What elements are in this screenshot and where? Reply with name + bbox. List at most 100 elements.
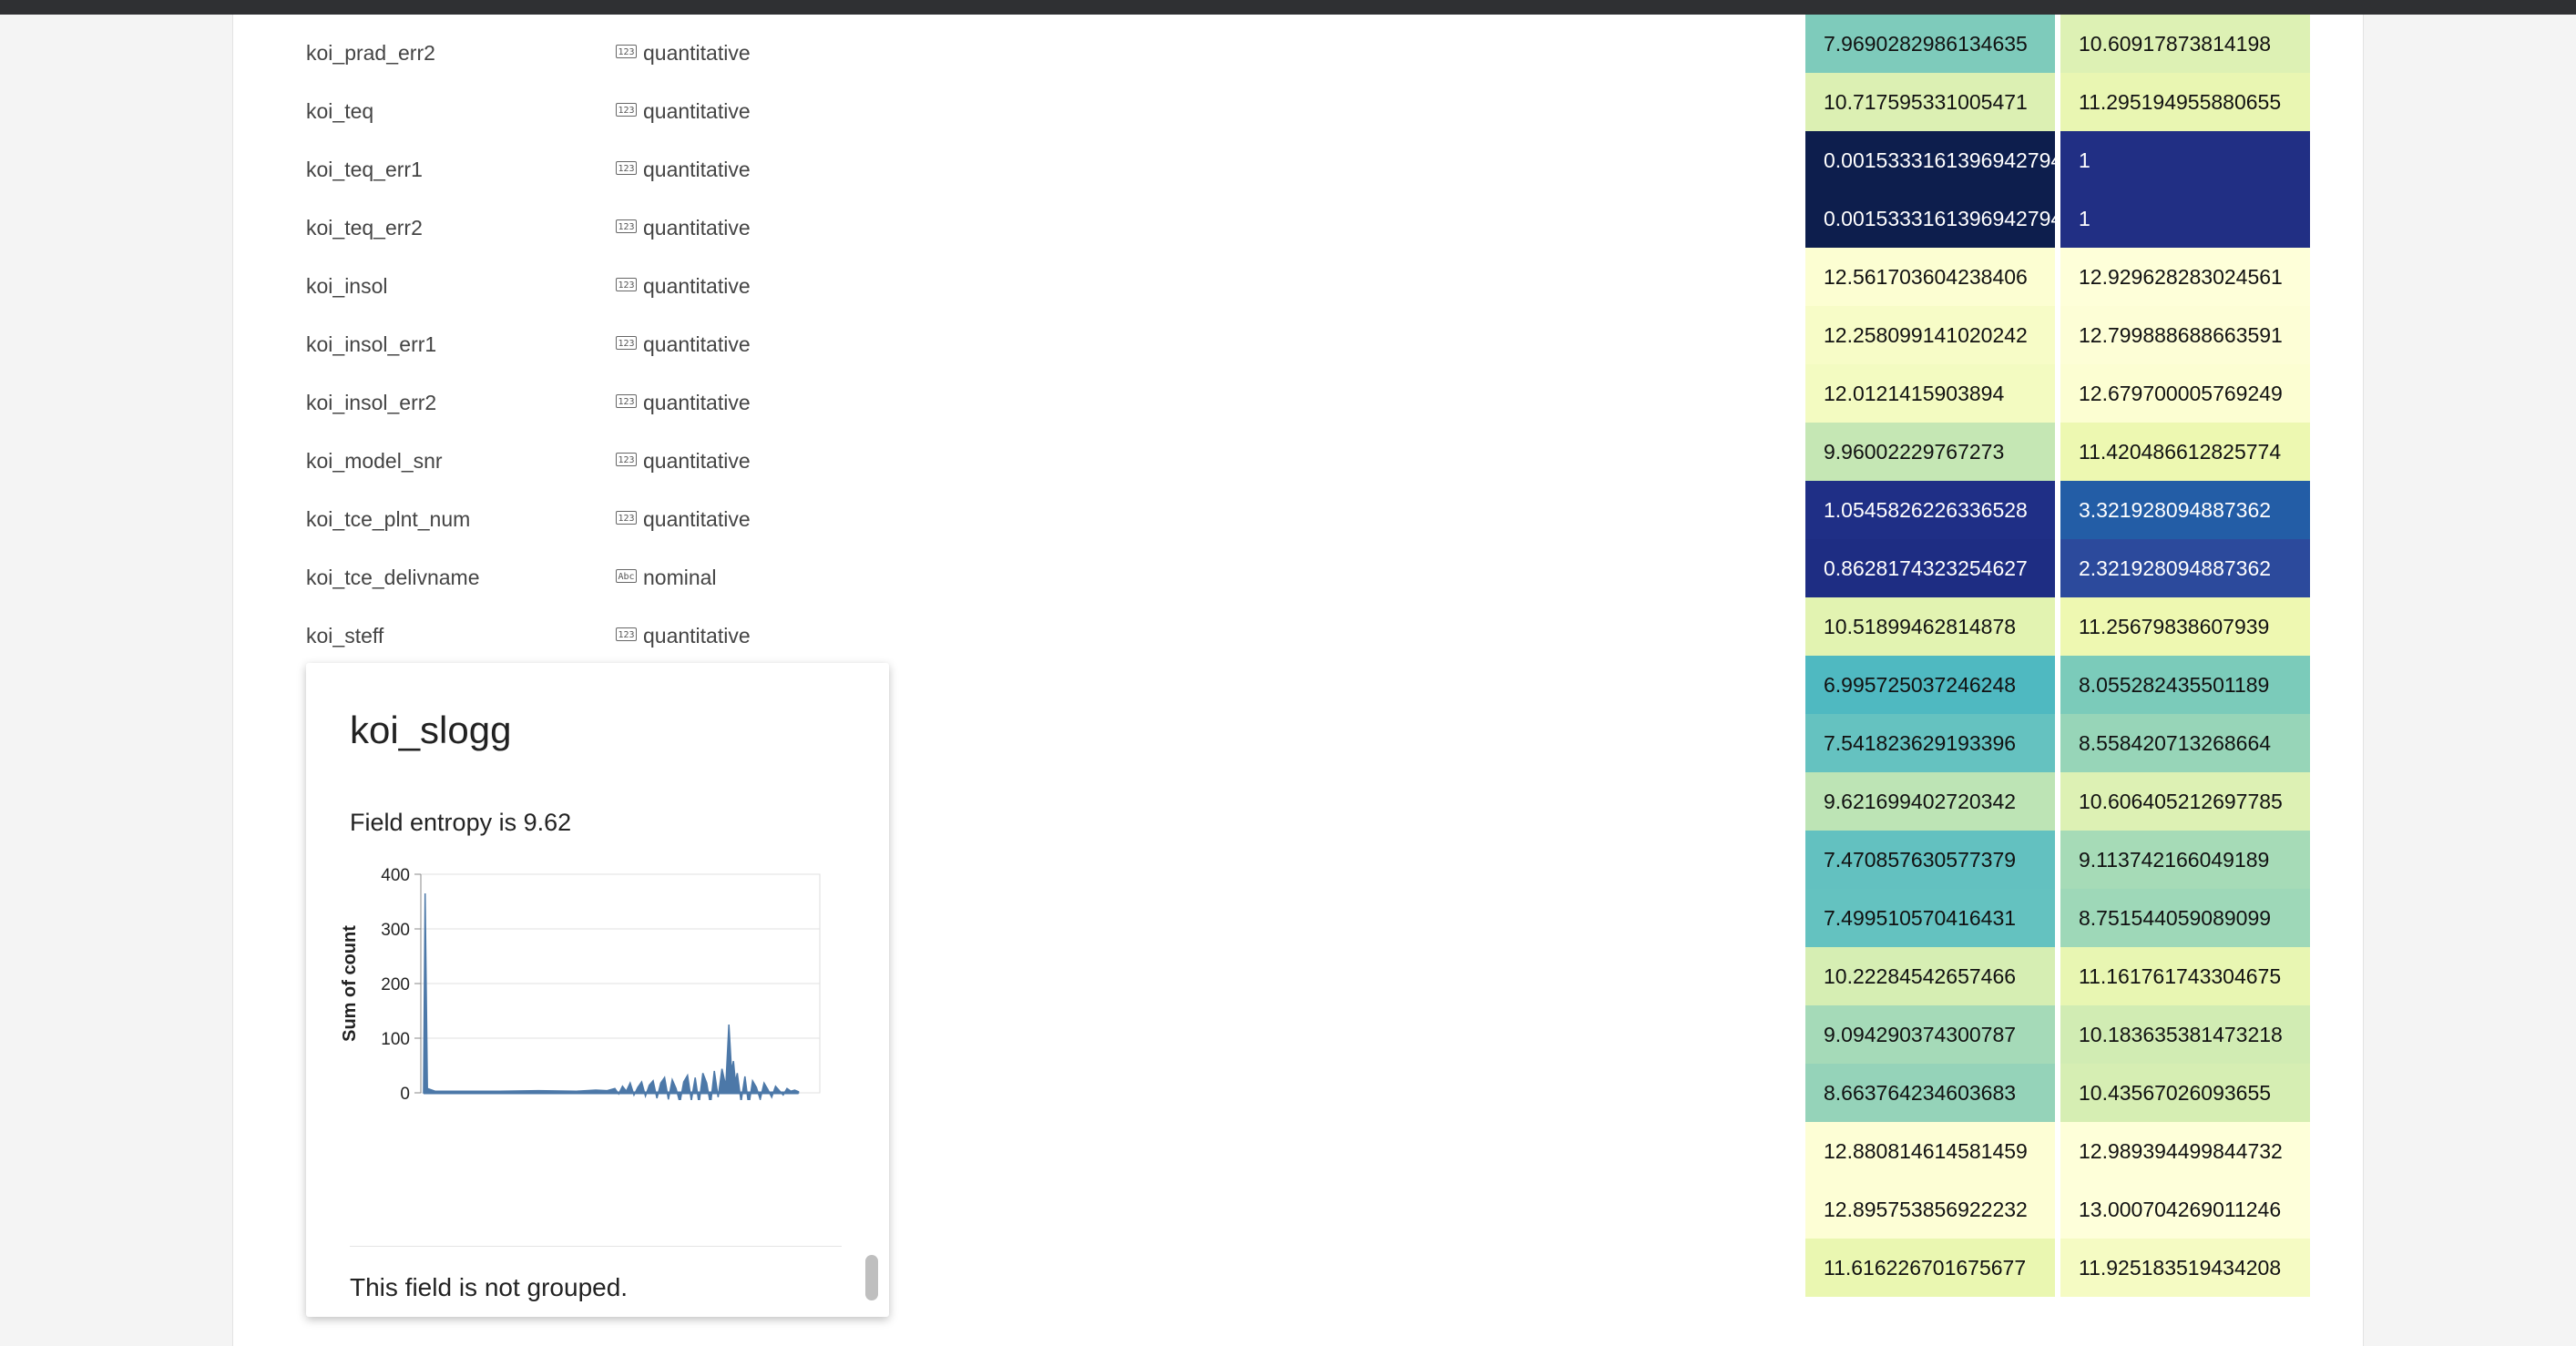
quantitative-type-icon: 123 [616,278,637,291]
field-row[interactable]: koi_tce_plnt_num 123 quantitative [306,490,853,548]
quantitative-type-icon: 123 [616,161,637,175]
heatmap-cell: 10.51899462814878 [1805,597,2055,656]
quantitative-type-icon: 123 [616,45,637,58]
heatmap-cell: 11.295194955880655 [2060,73,2310,131]
quantitative-type-icon: 123 [616,453,637,466]
field-type-label: quantitative [643,216,751,240]
heatmap-cell: 10.606405212697785 [2060,772,2310,831]
popup-divider [350,1246,842,1247]
heatmap-cell: 6.995725037246248 [1805,656,2055,714]
field-row[interactable]: koi_tce_delivname Abc nominal [306,548,853,607]
heatmap-cell: 11.420486612825774 [2060,423,2310,481]
field-row[interactable]: koi_insol_err1 123 quantitative [306,315,853,373]
field-row[interactable]: koi_insol_err2 123 quantitative [306,373,853,432]
field-type: 123 quantitative [616,257,751,315]
popup-title: koi_slogg [350,709,512,751]
field-row[interactable]: koi_model_snr 123 quantitative [306,432,853,490]
heatmap-cell: 10.717595331005471 [1805,73,2055,131]
popup-entropy-text: Field entropy is 9.62 [350,809,572,836]
y-tick-label: 200 [381,975,410,994]
heatmap-cell: 13.000704269011246 [2060,1180,2310,1239]
heatmap-cell: 1 [2060,131,2310,189]
quantitative-type-icon: 123 [616,336,637,350]
heatmap-cell: 7.541823629193396 [1805,714,2055,772]
heatmap-cell: 11.616226701675677 [1805,1239,2055,1297]
field-tooltip-popup: koi_slogg Field entropy is 9.62 0 100 200 3… [306,663,889,1317]
heatmap-cell: 1.0545826226336528 [1805,481,2055,539]
field-row[interactable]: koi_teq_err1 123 quantitative [306,140,853,199]
heatmap-cell: 8.558420713268664 [2060,714,2310,772]
field-name: koi_insol [306,274,388,298]
nominal-type-icon: Abc [616,569,637,583]
field-type: 123 quantitative [616,24,751,82]
y-tick-label: 400 [381,866,410,885]
field-type: 123 quantitative [616,315,751,373]
field-type-label: quantitative [643,274,751,298]
field-row[interactable]: koi_steff 123 quantitative [306,607,853,665]
heatmap-cell: 11.925183519434208 [2060,1239,2310,1297]
field-row[interactable]: koi_insol 123 quantitative [306,257,853,315]
heatmap-cell: 8.751544059089099 [2060,889,2310,947]
popup-footer-text: This field is not grouped. [350,1273,629,1301]
field-type: 123 quantitative [616,199,751,257]
heatmap-cell: 0.0015333161396942794 [1805,131,2055,189]
field-type: 123 quantitative [616,140,751,199]
field-row[interactable]: koi_prad_err2 123 quantitative [306,24,853,82]
heatmap-cell: 7.499510570416431 [1805,889,2055,947]
heatmap-cell: 12.895753856922232 [1805,1180,2055,1239]
field-type: Abc nominal [616,548,717,607]
heatmap-cell: 0.8628174323254627 [1805,539,2055,597]
heatmap-cell: 12.989394499844732 [2060,1122,2310,1180]
y-tick-label: 100 [381,1030,410,1049]
field-name: koi_tce_delivname [306,566,480,589]
field-type: 123 quantitative [616,432,751,490]
heatmap-cell: 7.470857630577379 [1805,831,2055,889]
field-type: 123 quantitative [616,490,751,548]
field-type-label: quantitative [643,391,751,414]
heatmap-cell: 9.113742166049189 [2060,831,2310,889]
y-tick-label: 300 [381,921,410,940]
heatmap-cell: 12.880814614581459 [1805,1122,2055,1180]
field-row[interactable]: koi_teq 123 quantitative [306,82,853,140]
heatmap-cell: 12.258099141020242 [1805,306,2055,364]
heatmap-cell: 1 [2060,189,2310,248]
heatmap-cell: 11.25679838607939 [2060,597,2310,656]
heatmap-cell: 10.60917873814198 [2060,15,2310,73]
field-type-label: quantitative [643,99,751,123]
top-bar [0,0,2576,15]
heatmap-cell: 9.96002229767273 [1805,423,2055,481]
quantitative-type-icon: 123 [616,103,637,117]
quantitative-type-icon: 123 [616,219,637,233]
y-axis-label: Sum of count [340,925,360,1042]
quantitative-type-icon: 123 [616,394,637,408]
heatmap-cell: 2.321928094887362 [2060,539,2310,597]
popup-scrollbar[interactable] [862,1246,882,1317]
field-name: koi_teq [306,99,374,123]
heatmap-cell: 10.183635381473218 [2060,1005,2310,1064]
field-name: koi_teq_err2 [306,216,423,240]
quantitative-type-icon: 123 [616,627,637,641]
heatmap-cell: 3.321928094887362 [2060,481,2310,539]
field-name: koi_teq_err1 [306,158,423,181]
field-name: koi_insol_err1 [306,332,437,356]
heatmap-cell: 9.094290374300787 [1805,1005,2055,1064]
heatmap-cell: 0.0015333161396942794 [1805,189,2055,248]
field-type-label: quantitative [643,449,751,473]
heatmap-cell: 10.22284542657466 [1805,947,2055,1005]
heatmap-cell: 12.561703604238406 [1805,248,2055,306]
heatmap-cell: 11.161761743304675 [2060,947,2310,1005]
field-name: koi_tce_plnt_num [306,507,471,531]
field-type-label: quantitative [643,41,751,65]
heatmap-cell: 12.929628283024561 [2060,248,2310,306]
quantitative-type-icon: 123 [616,511,637,525]
heatmap-cell: 12.679700005769249 [2060,364,2310,423]
field-type: 123 quantitative [616,82,751,140]
field-type: 123 quantitative [616,607,751,665]
popup-scrollbar-thumb[interactable] [865,1255,878,1300]
field-type: 123 quantitative [616,373,751,432]
field-type-label: quantitative [643,332,751,356]
heatmap-cell: 12.799888688663591 [2060,306,2310,364]
field-type-label: quantitative [643,507,751,531]
field-row[interactable]: koi_teq_err2 123 quantitative [306,199,853,257]
heatmap-cell: 7.9690282986134635 [1805,15,2055,73]
